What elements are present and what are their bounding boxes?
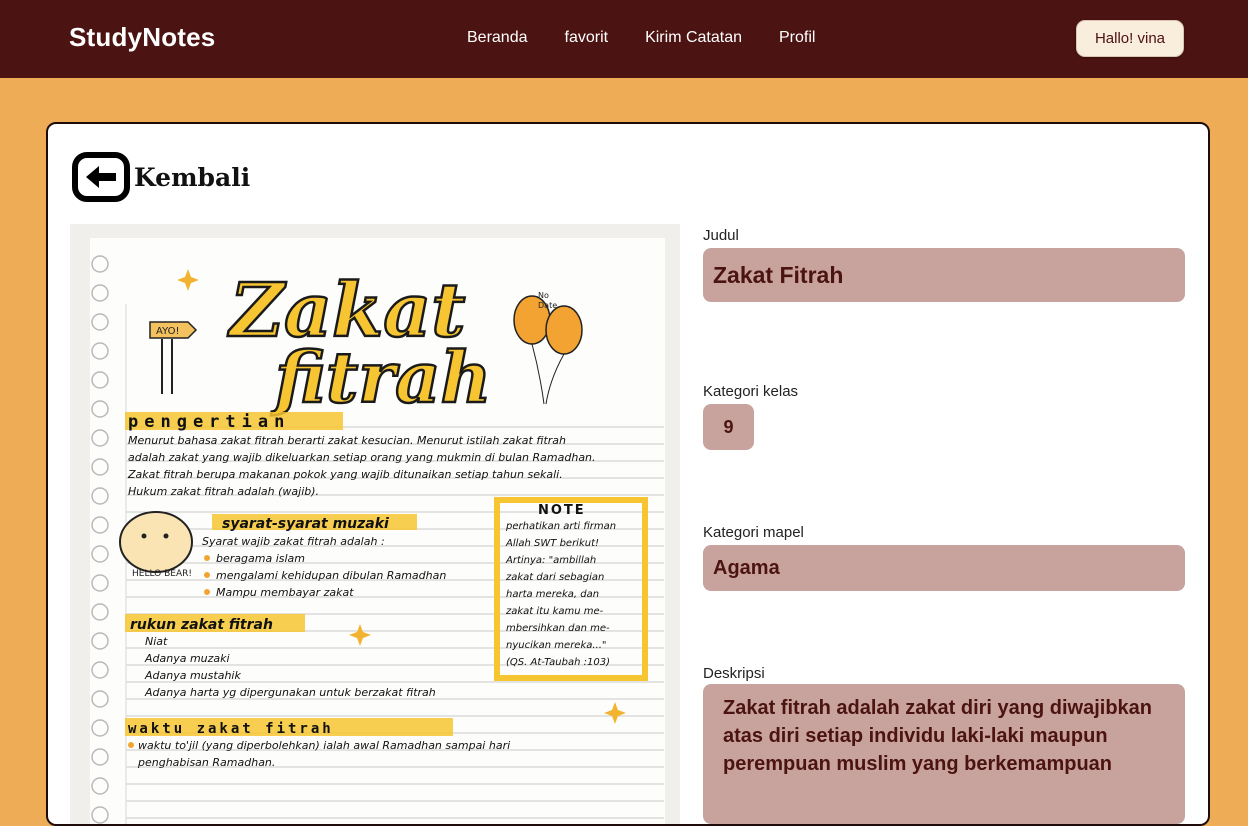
note-box-line-2: Allah SWT berikut! [505, 538, 599, 549]
back-button[interactable]: Kembali [72, 152, 250, 202]
note-heading-pengertian: pengertian [128, 412, 290, 432]
note-meta-date: Date [538, 301, 557, 310]
note-rukun-line-3: Adanya mustahik [144, 669, 241, 682]
note-box-line-6: zakat itu kamu me- [505, 606, 604, 617]
mapel-value: Agama [703, 545, 1185, 591]
handwritten-note-illustration: Zakat fitrah AYO! No Date pengertian Men… [70, 224, 680, 824]
note-image: Zakat fitrah AYO! No Date pengertian Men… [70, 224, 680, 824]
mapel-label: Kategori mapel [703, 524, 804, 541]
note-waktu-line-1: waktu to'jil (yang diperbolehkan) ialah … [138, 739, 510, 752]
brand-logo[interactable]: StudyNotes [69, 22, 215, 53]
kelas-value: 9 [703, 404, 754, 450]
note-syarat-line-1: Syarat wajib zakat fitrah adalah : [202, 535, 385, 548]
note-waktu-line-2: penghabisan Ramadhan. [137, 756, 275, 769]
kelas-label: Kategori kelas [703, 383, 799, 400]
user-greeting-button[interactable]: Hallo! vina [1076, 20, 1184, 57]
deskripsi-label: Deskripsi [703, 665, 765, 682]
judul-label: Judul [703, 227, 739, 244]
note-pengertian-line-1: Menurut bahasa zakat fitrah berarti zaka… [128, 434, 566, 447]
note-heading-syarat: syarat-syarat muzaki [222, 516, 389, 532]
judul-value: Zakat Fitrah [703, 248, 1185, 302]
note-rukun-line-2: Adanya muzaki [144, 652, 230, 665]
deskripsi-value: Zakat fitrah adalah zakat diri yang diwa… [703, 684, 1185, 824]
note-syarat-line-3: mengalami kehidupan dibulan Ramadhan [216, 569, 446, 582]
note-heading-rukun: rukun zakat fitrah [130, 617, 273, 633]
nav-link-beranda[interactable]: Beranda [467, 29, 528, 47]
back-label: Kembali [134, 162, 251, 192]
note-box-line-4: zakat dari sebagian [505, 572, 604, 583]
note-sign-text: AYO! [156, 326, 180, 337]
note-rukun-line-4: Adanya harta yg dipergunakan untuk berza… [144, 686, 436, 699]
nav-link-profil[interactable]: Profil [779, 29, 815, 47]
note-syarat-line-4: Mampu membayar zakat [216, 586, 354, 599]
note-box-line-7: mbersihkan dan me- [506, 623, 610, 634]
note-box-line-3: Artinya: "ambillah [505, 555, 596, 566]
note-rukun-line-1: Niat [145, 635, 168, 648]
note-detail-card: Kembali Zakat fitrah AYO! No Date penger… [46, 122, 1210, 826]
note-box-line-1: perhatikan arti firman [505, 521, 616, 532]
note-box-line-8: nyucikan mereka..." [506, 640, 607, 651]
top-navbar: StudyNotes Beranda favorit Kirim Catatan… [0, 0, 1248, 78]
note-meta-no: No [538, 291, 549, 300]
note-box-line-5: harta mereka, dan [506, 589, 599, 600]
note-bear-text: HELLO BEAR! [132, 569, 192, 579]
note-heading-waktu: waktu zakat fitrah [128, 721, 334, 737]
note-pengertian-line-3: Zakat fitrah berupa makanan pokok yang w… [127, 468, 563, 481]
nav-link-kirim-catatan[interactable]: Kirim Catatan [645, 29, 742, 47]
note-syarat-line-2: beragama islam [216, 552, 305, 565]
nav-link-favorit[interactable]: favorit [565, 29, 609, 47]
back-arrow-icon [72, 152, 130, 202]
note-pengertian-line-2: adalah zakat yang wajib dikeluarkan seti… [128, 451, 596, 464]
note-title-fitrah: fitrah [270, 336, 491, 419]
main-menu: Beranda favorit Kirim Catatan Profil [467, 29, 815, 47]
note-pengertian-line-4: Hukum zakat fitrah adalah (wajib). [128, 485, 319, 498]
note-box-heading: NOTE [538, 503, 586, 518]
note-box-line-9: (QS. At-Taubah :103) [506, 657, 610, 668]
